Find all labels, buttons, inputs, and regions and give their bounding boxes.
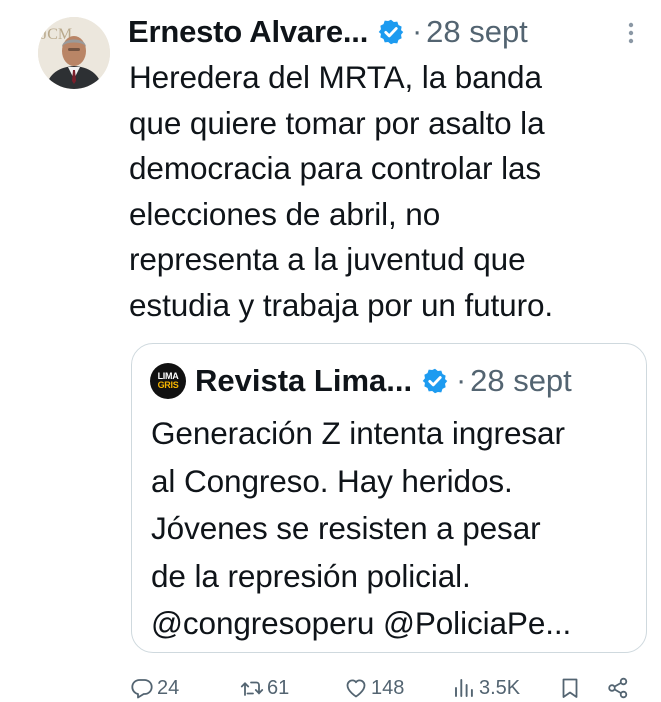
reply-count: 24 — [157, 676, 180, 699]
tweet-text-line: estudia y trabaja por un futuro. — [129, 286, 554, 323]
tweet: JCM Ernesto Alvare... · 28 sept Heredera… — [0, 0, 661, 702]
bookmark-button[interactable] — [558, 673, 582, 702]
quoted-header-separator: · — [456, 364, 467, 397]
like-count: 148 — [371, 676, 405, 699]
tweet-text-line: elecciones de abril, no — [129, 195, 441, 232]
views-count: 3.5K — [479, 676, 521, 699]
profile-photo-icon: JCM — [38, 17, 110, 89]
tweet-text-line: que quiere tomar por asalto la — [129, 104, 545, 141]
author-avatar[interactable]: JCM — [38, 17, 110, 89]
quoted-tweet[interactable]: LIMA GRIS Revista Lima... · 28 sept Gene… — [131, 343, 647, 653]
quoted-tweet-header: LIMA GRIS Revista Lima... · 28 sept — [150, 361, 640, 401]
repost-icon — [240, 681, 264, 696]
views-button[interactable]: 3.5K — [452, 673, 520, 702]
quoted-author-avatar[interactable]: LIMA GRIS — [150, 363, 186, 399]
tweet-text-line: representa a la juventud que — [129, 241, 526, 277]
tweet-text-line: Heredera del MRTA, la banda — [129, 59, 542, 95]
quoted-text-line: Generación Z intenta ingresar — [151, 415, 565, 451]
tweet-actions: 24 61 148 3.5K — [130, 673, 650, 702]
reply-button[interactable]: 24 — [130, 673, 179, 702]
quoted-author-name[interactable]: Revista Lima... — [195, 363, 412, 399]
quoted-text-line: de la represión policial. — [151, 557, 471, 594]
tweet-text: Heredera del MRTA, la banda que quiere t… — [129, 55, 644, 328]
repost-button[interactable]: 61 — [240, 673, 289, 702]
more-options-icon[interactable] — [621, 18, 641, 48]
verified-badge-icon — [422, 368, 448, 394]
quoted-text-line: Jóvenes se resisten a pesar — [151, 510, 541, 546]
heart-icon — [346, 679, 366, 698]
tweet-date[interactable]: 28 sept — [426, 14, 528, 50]
author-name[interactable]: Ernesto Alvare... — [128, 14, 368, 50]
quoted-tweet-text: Generación Z intenta ingresar al Congres… — [151, 410, 641, 648]
reply-icon — [131, 679, 153, 699]
share-button[interactable] — [606, 673, 630, 702]
quoted-text-line: @congresoperu @PoliciaPe... — [151, 605, 572, 641]
bookmark-icon — [562, 678, 578, 698]
tweet-text-line: democracia para controlar las — [129, 150, 542, 186]
quoted-text-line: al Congreso. Hay heridos. — [151, 462, 513, 499]
views-icon — [455, 679, 473, 697]
tweet-header: Ernesto Alvare... · 28 sept — [128, 10, 648, 54]
quoted-avatar-logo-line: GRIS — [157, 380, 179, 390]
verified-badge-icon — [378, 19, 404, 45]
share-icon — [608, 677, 628, 699]
header-separator: · — [412, 15, 423, 48]
repost-count: 61 — [267, 676, 290, 699]
quoted-tweet-date: 28 sept — [470, 363, 572, 398]
like-button[interactable]: 148 — [344, 673, 404, 702]
